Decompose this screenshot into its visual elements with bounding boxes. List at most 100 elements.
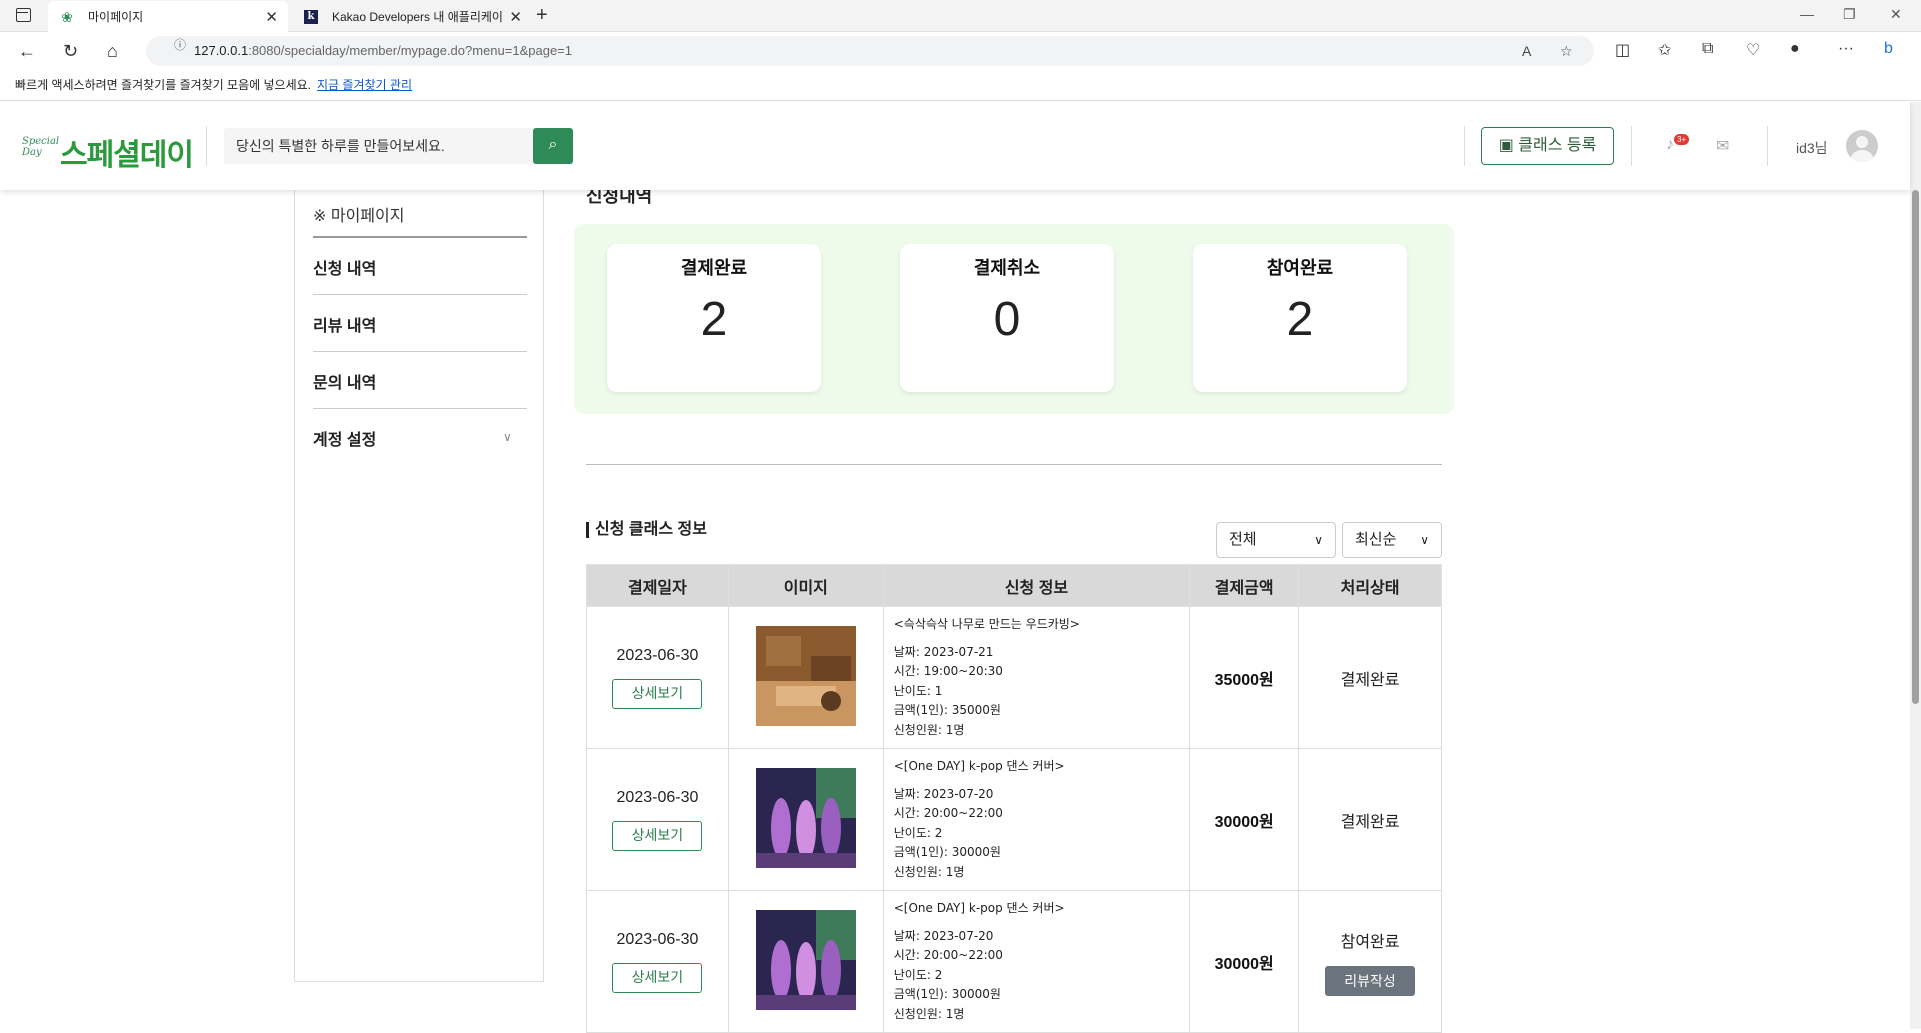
notification-badge: 3+: [1674, 134, 1690, 145]
mail-icon[interactable]: ✉: [1716, 136, 1729, 156]
class-date: 날짜: 2023-07-20: [893, 928, 994, 943]
status-text: 참여완료: [1340, 933, 1400, 951]
avatar[interactable]: [1846, 130, 1878, 162]
class-title: <[One DAY] k-pop 댄스 커버>: [893, 759, 1065, 773]
split-screen-icon[interactable]: ◫: [1615, 40, 1630, 60]
browser-essentials-icon[interactable]: ♡: [1746, 40, 1760, 60]
status-filter-select[interactable]: 전체 ∨: [1216, 522, 1336, 558]
class-thumbnail[interactable]: [755, 768, 856, 868]
class-level: 난이도: 2: [893, 967, 943, 982]
payment-amount: 35000원: [1189, 606, 1300, 749]
payment-date: 2023-06-30: [616, 788, 699, 806]
class-people: 신청인원: 1명: [893, 864, 965, 879]
chevron-down-icon: ∨: [1420, 533, 1429, 547]
divider: [313, 236, 527, 238]
search-input[interactable]: 당신의 특별한 하루를 만들어보세요.: [224, 128, 538, 164]
stat-value: 2: [1286, 293, 1314, 346]
sidebar-item-account-settings[interactable]: 계정 설정: [313, 426, 376, 450]
class-time: 시간: 20:00~22:00: [893, 806, 1003, 820]
read-aloud-icon[interactable]: A: [1522, 36, 1531, 66]
scrollbar-thumb[interactable]: [1912, 190, 1919, 704]
favorites-bar: 빠르게 액세스하려면 즐겨찾기를 즐겨찾기 모음에 넣으세요. 지금 즐겨찾기 관…: [0, 70, 1921, 101]
copilot-icon[interactable]: b: [1884, 40, 1893, 58]
class-people: 신청인원: 1명: [893, 722, 965, 737]
profile-icon[interactable]: ●: [1790, 40, 1800, 58]
close-window-icon[interactable]: ✕: [1890, 6, 1902, 23]
class-title: <슥삭슥삭 나무로 만드는 우드카빙>: [893, 617, 1080, 631]
sidebar-item-inquiries[interactable]: 문의 내역: [313, 369, 376, 393]
tab-kakao[interactable]: k Kakao Developers 내 애플리케이 ✕: [292, 1, 532, 32]
back-icon[interactable]: ←: [18, 41, 36, 62]
sort-select[interactable]: 최신순 ∨: [1342, 522, 1442, 558]
address-bar: ← ↻ ⌂ ⓘ 127.0.0.1:8080/specialday/member…: [0, 32, 1921, 70]
divider: [313, 408, 527, 409]
refresh-icon[interactable]: ↻: [63, 41, 78, 62]
stat-card-attended: 참여완료 2: [1193, 244, 1407, 392]
tab-title: Kakao Developers 내 애플리케이: [332, 10, 503, 24]
class-thumbnail[interactable]: [755, 910, 856, 1010]
detail-button[interactable]: 상세보기: [612, 678, 703, 709]
url-input[interactable]: ⓘ 127.0.0.1:8080/specialday/member/mypag…: [146, 36, 1594, 66]
stat-label: 결제취소: [973, 258, 1041, 278]
mypage-sidebar: ※ 마이페이지 신청 내역 리뷰 내역 문의 내역 계정 설정 ∨: [294, 190, 544, 982]
close-tab-icon[interactable]: ✕: [265, 8, 278, 26]
divider: [313, 351, 527, 352]
class-title: <[One DAY] k-pop 댄스 커버>: [893, 901, 1065, 915]
logo-text: 스페셜데이: [60, 139, 194, 172]
calendar-icon: ▣: [1498, 137, 1519, 154]
sidebar-item-reviews[interactable]: 리뷰 내역: [313, 312, 376, 336]
favorite-star-icon[interactable]: ☆: [1560, 36, 1573, 66]
bell-icon[interactable]: ♪: [1666, 136, 1674, 154]
chevron-down-icon[interactable]: ∨: [503, 430, 512, 444]
table-row: 2023-06-30 상세보기 <슥삭슥삭 나무로 만드는 우드카빙> 날짜: 2…: [586, 606, 1442, 749]
stat-value: 2: [700, 293, 728, 346]
restore-icon[interactable]: ❐: [1843, 6, 1856, 23]
class-people: 신청인원: 1명: [893, 1006, 965, 1021]
class-price: 금액(1인): 30000원: [893, 987, 1001, 1001]
browser-tab-bar: ❀ 마이페이지 ✕ k Kakao Developers 내 애플리케이 ✕ +…: [0, 0, 1921, 32]
payment-date: 2023-06-30: [616, 646, 699, 664]
class-info: <슥삭슥삭 나무로 만드는 우드카빙> 날짜: 2023-07-21 시간: 1…: [882, 606, 1191, 749]
filter-value: 전체: [1229, 531, 1257, 548]
stat-label: 결제완료: [680, 258, 748, 278]
site-logo[interactable]: Special Day 스페셜데이: [22, 130, 194, 174]
class-register-button[interactable]: ▣ 클래스 등록: [1481, 127, 1614, 165]
detail-button[interactable]: 상세보기: [612, 820, 703, 851]
new-tab-icon[interactable]: +: [536, 4, 548, 27]
class-level: 난이도: 1: [893, 683, 943, 698]
column-header: 결제일자: [586, 564, 729, 607]
payment-amount: 30000원: [1189, 890, 1300, 1033]
user-name[interactable]: id3님: [1796, 138, 1828, 158]
url-path: :8080/specialday/member/mypage.do?menu=1…: [248, 43, 572, 58]
tab-actions-icon[interactable]: [16, 8, 31, 22]
status-summary-panel: 결제완료 2 결제취소 0 참여완료 2: [574, 224, 1454, 414]
collections-icon[interactable]: ⧉: [1702, 40, 1713, 58]
divider: [206, 126, 207, 166]
sidebar-item-applications[interactable]: 신청 내역: [313, 255, 376, 279]
stat-card-paid: 결제완료 2: [607, 244, 821, 392]
more-icon[interactable]: ···: [1838, 40, 1854, 58]
search-button[interactable]: ⌕: [533, 128, 573, 164]
manage-favorites-link[interactable]: 지금 즐겨찾기 관리: [317, 78, 412, 92]
minimize-icon[interactable]: —: [1800, 6, 1814, 22]
sort-value: 최신순: [1355, 531, 1397, 548]
section-title: 신청 클래스 정보: [586, 522, 707, 538]
status-text: 결제완료: [1340, 671, 1400, 689]
favorites-icon[interactable]: ✩: [1658, 40, 1671, 60]
close-tab-icon[interactable]: ✕: [509, 8, 522, 26]
site-info-icon[interactable]: ⓘ: [164, 36, 186, 56]
sidebar-title: ※ 마이페이지: [313, 208, 405, 225]
payment-amount: 30000원: [1189, 748, 1300, 891]
divider: [586, 464, 1442, 465]
detail-button[interactable]: 상세보기: [612, 962, 703, 993]
stat-value: 0: [993, 293, 1021, 346]
divider: [1631, 126, 1632, 166]
class-thumbnail[interactable]: [755, 626, 856, 726]
divider: [1767, 126, 1768, 166]
home-icon[interactable]: ⌂: [107, 41, 118, 62]
write-review-button[interactable]: 리뷰작성: [1325, 965, 1416, 996]
tab-mypage[interactable]: ❀ 마이페이지 ✕: [48, 1, 288, 32]
payment-date: 2023-06-30: [616, 930, 699, 948]
class-date: 날짜: 2023-07-20: [893, 786, 994, 801]
class-info: <[One DAY] k-pop 댄스 커버> 날짜: 2023-07-20 시…: [882, 890, 1191, 1033]
